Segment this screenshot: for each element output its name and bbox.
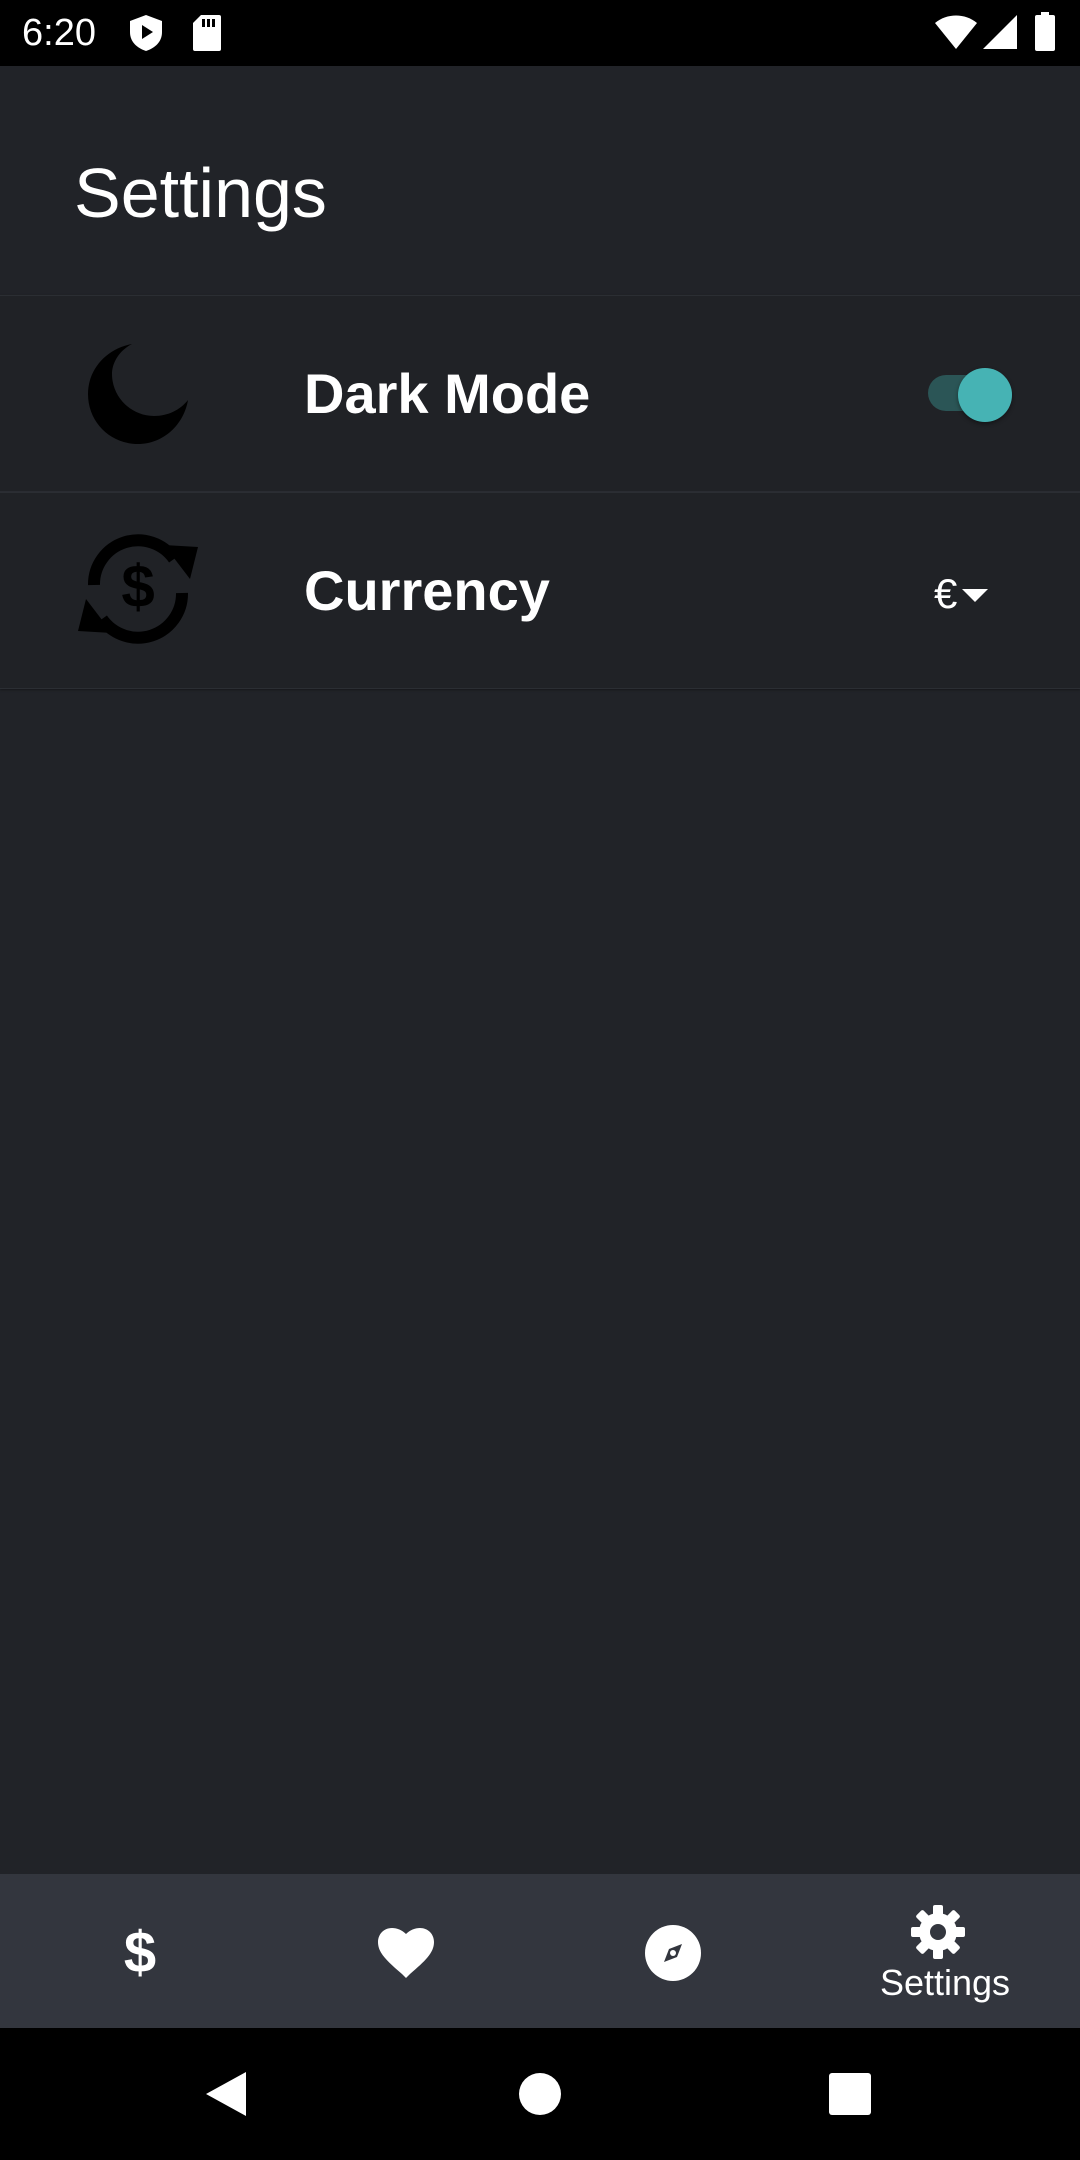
currency-selected-value: €	[934, 570, 958, 617]
setting-row-dark-mode[interactable]: Dark Mode	[0, 295, 1080, 492]
status-bar: 6:20	[0, 0, 1080, 66]
home-icon[interactable]	[518, 2072, 562, 2121]
dark-mode-label: Dark Mode	[304, 362, 591, 425]
battery-icon	[1034, 12, 1056, 57]
signal-icon	[982, 14, 1018, 55]
back-icon[interactable]	[204, 2070, 248, 2123]
settings-screen: 6:20 Settings Dark Mode $ Currency € $ S…	[0, 0, 1080, 2160]
moon-icon	[84, 340, 192, 453]
setting-row-currency[interactable]: $ Currency €	[0, 492, 1080, 689]
toggle-thumb	[958, 368, 1012, 422]
svg-text:$: $	[124, 1922, 156, 1982]
recents-icon[interactable]	[828, 2072, 872, 2121]
shield-icon	[128, 14, 164, 57]
nav-item-prices[interactable]: $	[0, 1874, 270, 2028]
svg-text:$: $	[121, 553, 154, 620]
currency-dropdown[interactable]: €	[928, 569, 998, 619]
dark-mode-toggle[interactable]	[928, 368, 1018, 422]
bottom-navigation: $ Settings	[0, 1874, 1080, 2028]
wifi-icon	[934, 14, 978, 55]
nav-item-explore[interactable]	[540, 1874, 810, 2028]
nav-item-settings[interactable]: Settings	[810, 1874, 1080, 2028]
heart-icon	[378, 1928, 434, 1978]
status-time: 6:20	[22, 12, 96, 54]
gear-icon	[911, 1905, 965, 1959]
nav-label-settings: Settings	[879, 1962, 1011, 2003]
page-title: Settings	[74, 154, 327, 232]
system-navigation-bar	[0, 2028, 1080, 2160]
compass-icon	[645, 1925, 701, 1981]
currency-label: Currency	[304, 559, 550, 622]
chevron-down-icon	[962, 589, 988, 602]
dollar-icon: $	[124, 1922, 156, 1982]
currency-exchange-icon: $	[72, 523, 204, 660]
nav-item-favorites[interactable]	[270, 1874, 540, 2028]
sd-card-icon	[192, 14, 222, 57]
